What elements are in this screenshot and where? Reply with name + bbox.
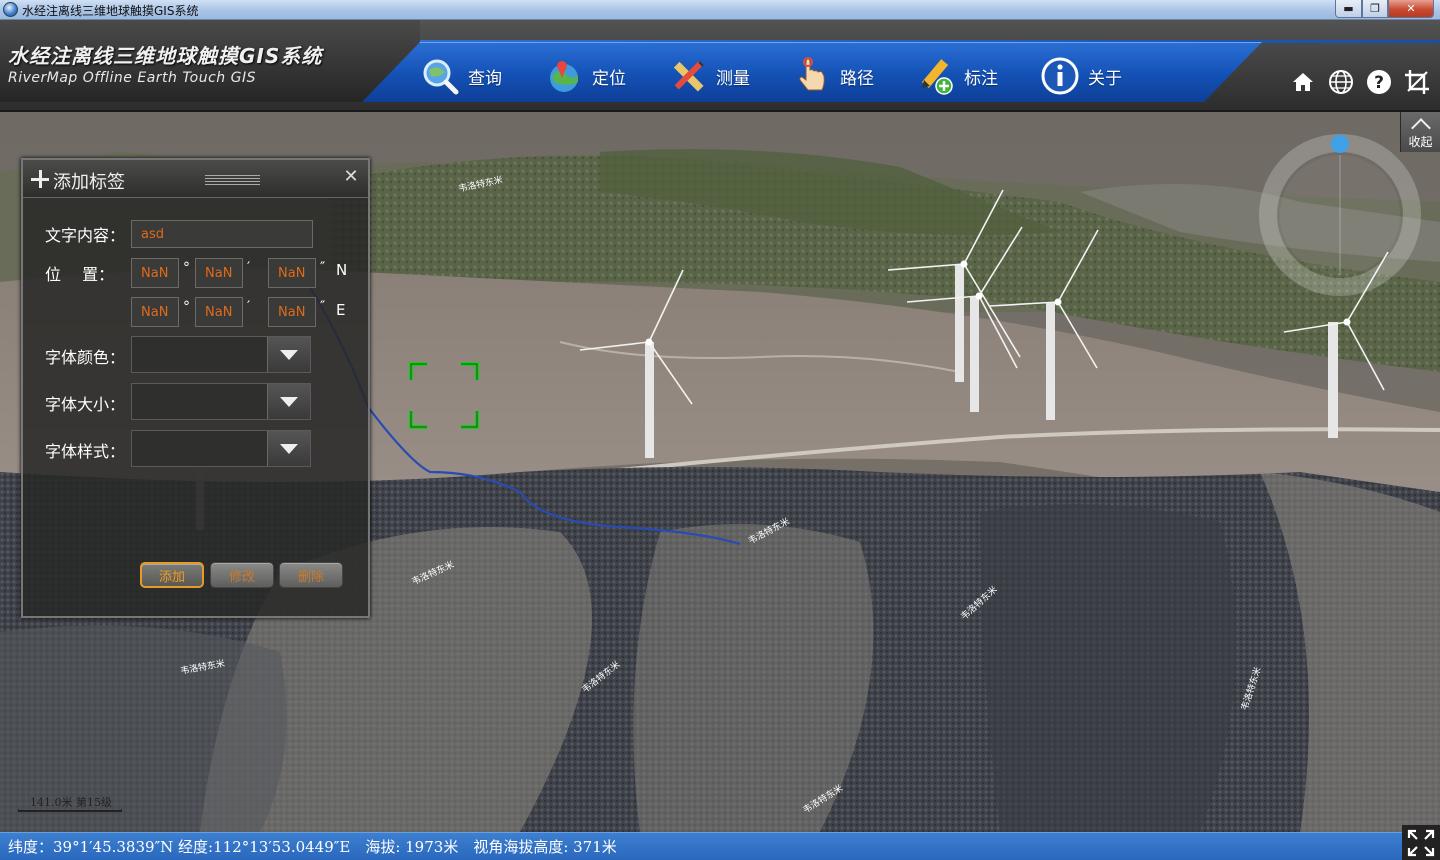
app-header: 水经注离线三维地球触摸GIS系统 RiverMap Offline Earth …	[0, 20, 1440, 112]
text-content-input[interactable]: asd	[131, 220, 313, 248]
svg-text:?: ?	[1374, 73, 1384, 93]
locate-globe-icon	[542, 54, 586, 98]
font-style-label: 字体样式：	[45, 442, 126, 461]
collapse-button[interactable]: 收起	[1400, 112, 1440, 152]
app-title-en: RiverMap Offline Earth Touch GIS	[8, 70, 256, 86]
lat-sec-input[interactable]: NaN	[268, 258, 316, 288]
toolbar-right: ?	[1270, 60, 1440, 104]
font-style-select[interactable]	[131, 430, 311, 467]
window-controls: ▬ ❐ ✕	[1335, 0, 1434, 18]
min-symbol: ′	[247, 299, 251, 315]
font-size-select[interactable]	[131, 383, 311, 420]
main-nav: 查询 定位 测量 路径 标注 关于	[418, 54, 1162, 98]
compass-control[interactable]	[1258, 133, 1422, 297]
sec-symbol: ″	[320, 299, 326, 315]
lon-min-input[interactable]: NaN	[195, 297, 243, 327]
plus-icon	[31, 170, 49, 188]
magnifier-globe-icon	[418, 54, 462, 98]
nav-route[interactable]: 路径	[790, 54, 874, 98]
chevron-down-icon[interactable]	[267, 431, 310, 466]
scale-text: 141.0米 第15级	[30, 796, 112, 809]
minimize-button[interactable]: ▬	[1335, 0, 1362, 18]
chevron-down-icon[interactable]	[267, 384, 310, 419]
panel-header[interactable]: 添加标签 ✕	[23, 160, 368, 198]
pencil-add-icon	[914, 54, 958, 98]
nav-query[interactable]: 查询	[418, 54, 502, 98]
deg-symbol: °	[183, 299, 190, 315]
lat-hemisphere: N	[336, 261, 348, 279]
delete-button[interactable]: 删除	[279, 562, 343, 588]
sec-symbol: ″	[320, 260, 326, 276]
focus-reticle	[409, 362, 479, 429]
drag-grip-icon[interactable]	[205, 175, 260, 185]
nav-locate[interactable]: 定位	[542, 54, 626, 98]
app-title-cn: 水经注离线三维地球触摸GIS系统	[8, 44, 323, 68]
window-titlebar: 水经注离线三维地球触摸GIS系统 ▬ ❐ ✕	[0, 0, 1440, 20]
lon-sec-input[interactable]: NaN	[268, 297, 316, 327]
brand: 水经注离线三维地球触摸GIS系统 RiverMap Offline Earth …	[0, 20, 420, 102]
status-bar: 纬度：39°1′45.3839″N 经度:112°13′53.0449″E 海拔…	[0, 832, 1440, 860]
lat-min-input[interactable]: NaN	[195, 258, 243, 288]
add-button[interactable]: 添加	[140, 562, 204, 588]
nav-about-label: 关于	[1088, 68, 1122, 89]
lat-deg-input[interactable]: NaN	[131, 258, 179, 288]
info-icon	[1038, 54, 1082, 98]
crop-icon[interactable]	[1402, 67, 1432, 97]
nav-measure-label: 测量	[716, 68, 750, 89]
nav-annotate-label: 标注	[964, 68, 998, 89]
lon-deg-input[interactable]: NaN	[131, 297, 179, 327]
help-icon[interactable]: ?	[1364, 67, 1394, 97]
min-symbol: ′	[247, 260, 251, 276]
window-title: 水经注离线三维地球触摸GIS系统	[22, 4, 199, 18]
position-label: 位 置：	[45, 265, 115, 284]
home-icon[interactable]	[1288, 67, 1318, 97]
font-color-label: 字体颜色：	[45, 348, 126, 367]
nav-locate-label: 定位	[592, 68, 626, 89]
add-label-panel: 添加标签 ✕ 文字内容： asd 位 置： NaN ° NaN ′ NaN ″ …	[21, 158, 370, 618]
nav-measure[interactable]: 测量	[666, 54, 750, 98]
nav-annotate[interactable]: 标注	[914, 54, 998, 98]
nav-route-label: 路径	[840, 68, 874, 89]
text-content-label: 文字内容：	[45, 226, 126, 245]
deg-symbol: °	[183, 260, 190, 276]
font-size-label: 字体大小：	[45, 395, 126, 414]
app-icon	[3, 2, 18, 17]
fullscreen-button[interactable]	[1402, 825, 1440, 860]
hand-pointer-icon	[790, 54, 834, 98]
fullscreen-icon	[1407, 829, 1435, 856]
font-color-select[interactable]	[131, 336, 311, 373]
scale-bar: 141.0米 第15级	[18, 792, 122, 814]
panel-close-button[interactable]: ✕	[342, 168, 360, 186]
panel-title: 添加标签	[53, 172, 125, 193]
ruler-pencil-icon	[666, 54, 710, 98]
modify-button[interactable]: 修改	[210, 562, 274, 588]
globe-icon[interactable]	[1326, 67, 1356, 97]
chevron-down-icon[interactable]	[267, 337, 310, 372]
scale-line	[18, 809, 122, 812]
nav-query-label: 查询	[468, 68, 502, 89]
maximize-button[interactable]: ❐	[1362, 0, 1388, 18]
lon-hemisphere: E	[336, 301, 346, 319]
close-button[interactable]: ✕	[1388, 0, 1434, 18]
nav-about[interactable]: 关于	[1038, 54, 1122, 98]
coordinates-readout: 纬度：39°1′45.3839″N 经度:112°13′53.0449″E 海拔…	[8, 838, 617, 856]
